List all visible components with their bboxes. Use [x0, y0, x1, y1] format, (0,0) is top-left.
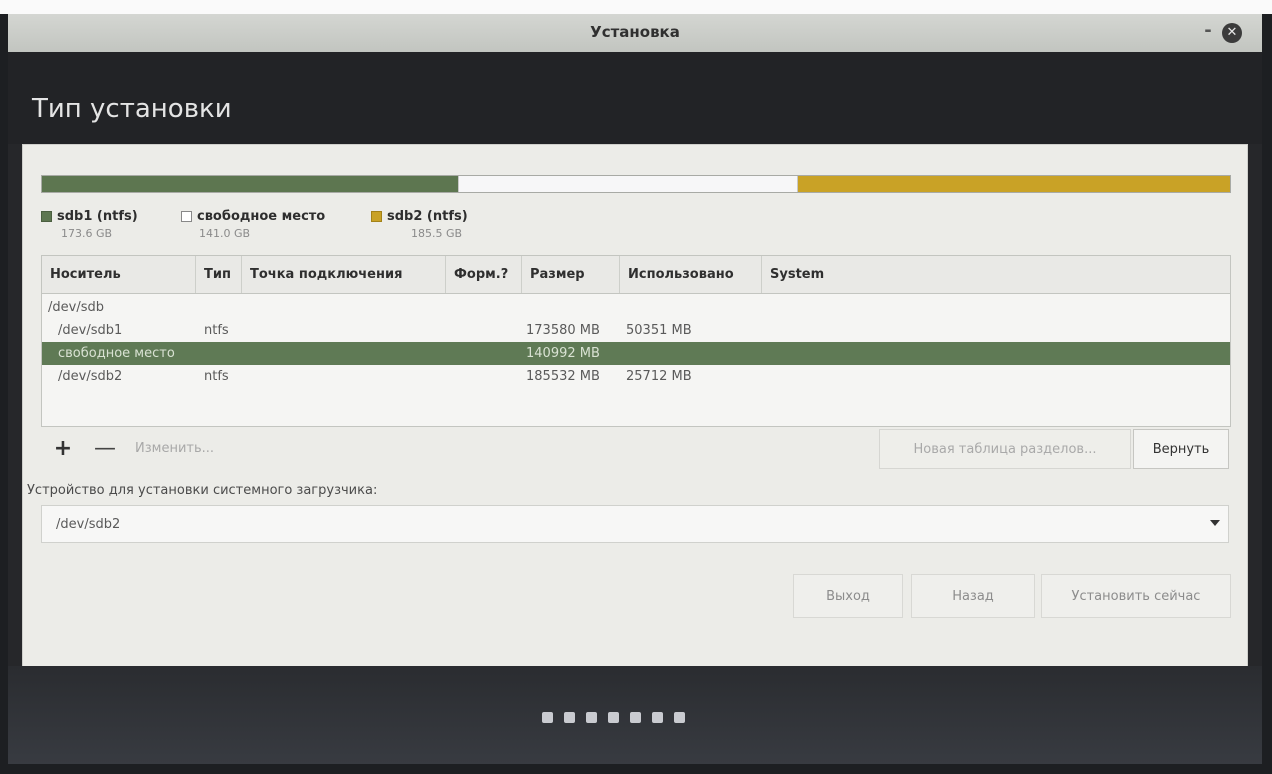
change-partition-button[interactable]: Изменить... [125, 429, 235, 469]
page-title: Тип установки [32, 94, 232, 124]
legend-name-sdb2: sdb2 (ntfs) [387, 209, 468, 224]
content-panel: sdb1 (ntfs) 173.6 GB свободное место 141… [22, 144, 1248, 668]
legend-size-free: 141.0 GB [199, 227, 251, 240]
cell-device: /dev/sdb [48, 300, 104, 315]
legend-name-sdb1: sdb1 (ntfs) [57, 209, 138, 224]
install-now-button[interactable]: Установить сейчас [1041, 574, 1231, 618]
add-partition-button[interactable]: + [41, 429, 85, 469]
legend-name-free: свободное место [197, 209, 326, 224]
table-row[interactable]: свободное место 140992 MB [42, 342, 1230, 365]
cell-size: 140992 MB [526, 346, 600, 361]
cell-size: 185532 MB [526, 369, 600, 384]
progress-dot [586, 712, 597, 723]
bootloader-select[interactable]: /dev/sdb2 [41, 505, 1229, 543]
column-header-mount[interactable]: Точка подключения [242, 256, 446, 293]
table-header: Носитель Тип Точка подключения Форм.? Ра… [42, 256, 1230, 294]
legend-size-sdb1: 173.6 GB [61, 227, 113, 240]
installer-window: Установка - ✕ Тип установки sdb1 (ntfs) … [8, 14, 1262, 764]
legend-swatch-sdb1 [41, 211, 52, 222]
partition-bar-sdb2 [797, 176, 1230, 192]
bootloader-value: /dev/sdb2 [56, 517, 121, 532]
revert-button[interactable]: Вернуть [1133, 429, 1229, 469]
partition-bar [41, 175, 1231, 193]
remove-partition-button[interactable]: — [85, 429, 125, 469]
cell-used: 50351 MB [626, 323, 692, 338]
partition-toolbar: + — Изменить... Новая таблица разделов..… [41, 429, 1229, 471]
partition-bar-free [457, 176, 798, 192]
progress-dot [630, 712, 641, 723]
table-row[interactable]: /dev/sdb2 ntfs 185532 MB 25712 MB [42, 365, 1230, 388]
quit-button[interactable]: Выход [793, 574, 903, 618]
legend-size-sdb2: 185.5 GB [411, 227, 463, 240]
legend-swatch-sdb2 [371, 211, 382, 222]
new-partition-table-button[interactable]: Новая таблица разделов... [879, 429, 1131, 469]
cell-size: 173580 MB [526, 323, 600, 338]
partition-bar-sdb1 [42, 176, 458, 192]
minimize-button[interactable]: - [1198, 22, 1218, 43]
column-header-device[interactable]: Носитель [42, 256, 196, 293]
legend-swatch-free [181, 211, 192, 222]
progress-dot [608, 712, 619, 723]
progress-footer [8, 666, 1262, 764]
chevron-down-icon [1210, 520, 1220, 526]
close-icon[interactable]: ✕ [1222, 23, 1242, 43]
column-header-used[interactable]: Использовано [620, 256, 762, 293]
column-header-system[interactable]: System [762, 256, 1230, 293]
bootloader-label: Устройство для установки системного загр… [27, 483, 378, 498]
partition-table: Носитель Тип Точка подключения Форм.? Ра… [41, 255, 1231, 427]
top-strip [0, 0, 1272, 14]
cell-device: /dev/sdb1 [58, 323, 123, 338]
progress-dot [542, 712, 553, 723]
column-header-format[interactable]: Форм.? [446, 256, 522, 293]
column-header-type[interactable]: Тип [196, 256, 242, 293]
cell-device: /dev/sdb2 [58, 369, 123, 384]
progress-dot [674, 712, 685, 723]
cell-type: ntfs [204, 323, 229, 338]
progress-dot [564, 712, 575, 723]
progress-dot [652, 712, 663, 723]
cell-type: ntfs [204, 369, 229, 384]
table-row[interactable]: /dev/sdb1 ntfs 173580 MB 50351 MB [42, 319, 1230, 342]
window-title: Установка [590, 23, 680, 41]
cell-device: свободное место [58, 346, 175, 361]
title-bar: Установка - ✕ [8, 14, 1262, 53]
column-header-size[interactable]: Размер [522, 256, 620, 293]
cell-used: 25712 MB [626, 369, 692, 384]
back-button[interactable]: Назад [911, 574, 1035, 618]
page-header: Тип установки [8, 52, 1262, 144]
table-row[interactable]: /dev/sdb [42, 296, 1230, 319]
